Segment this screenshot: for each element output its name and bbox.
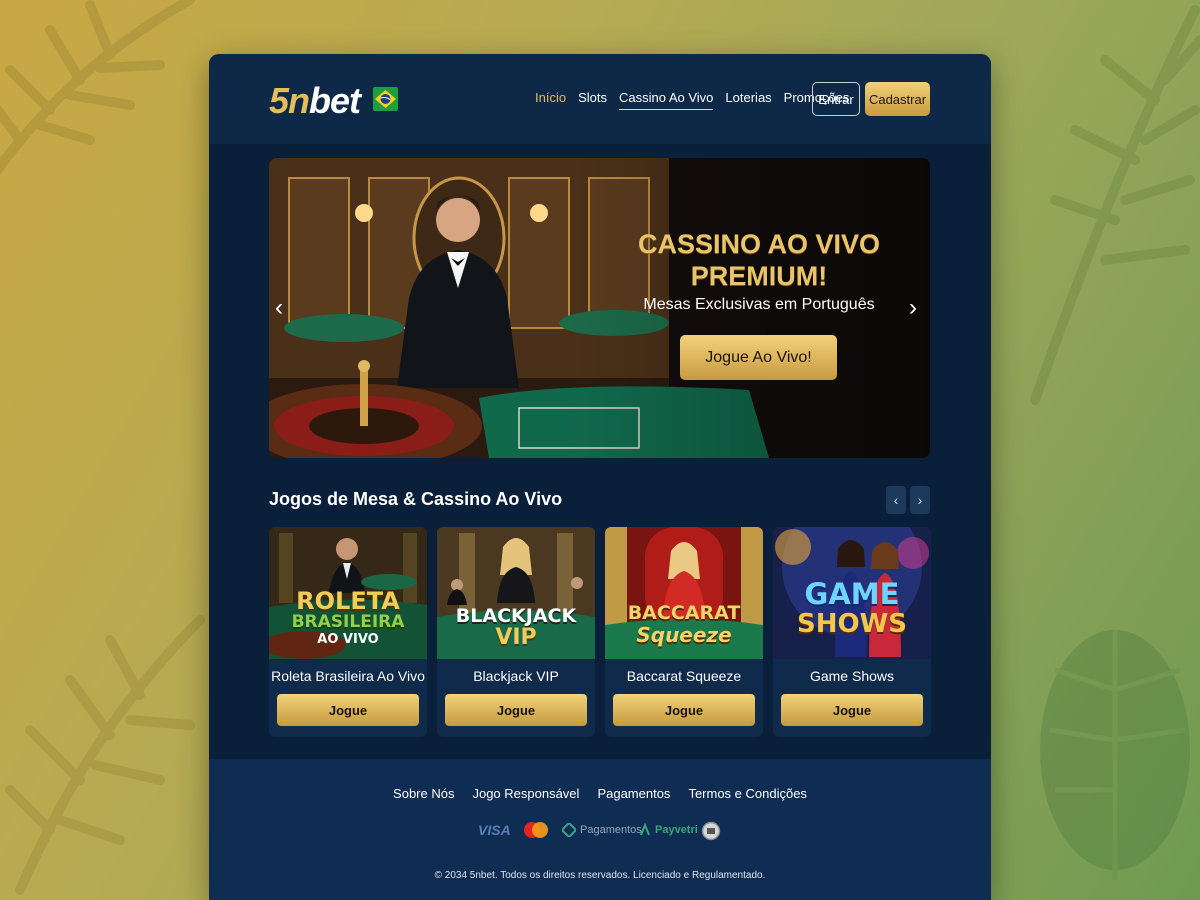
palm-leaf-decoration (0, 0, 195, 175)
login-button[interactable]: Entrar (812, 82, 860, 116)
register-button[interactable]: Cadastrar (865, 82, 930, 116)
nav-loterias[interactable]: Loterias (725, 90, 771, 110)
play-button[interactable]: Jogue (277, 694, 419, 726)
game-shows-art-title: GAME SHOWS (797, 577, 907, 639)
visa-logo: VISA (478, 822, 511, 838)
footer-link-jogo-responsavel[interactable]: Jogo Responsável (472, 786, 579, 801)
hero-banner: ‹ › CASSINO AO VIVO PREMIUM! Mesas Exclu… (269, 158, 930, 458)
play-button[interactable]: Jogue (613, 694, 755, 726)
footer-link-pagamentos[interactable]: Pagamentos (597, 786, 670, 801)
footer-link-termos[interactable]: Termos e Condições (688, 786, 807, 801)
palm-leaf-decoration (1040, 630, 1190, 880)
carousel-prev-icon[interactable]: ‹ (886, 486, 906, 514)
nav-cassino-ao-vivo[interactable]: Cassino Ao Vivo (618, 90, 714, 110)
game-card-baccarat[interactable]: BACCARAT Squeeze Baccarat Squeeze Jogue (605, 527, 763, 737)
play-live-button[interactable]: Jogue Ao Vivo! (680, 335, 837, 380)
age-18-badge-icon (701, 821, 721, 841)
game-card-roleta[interactable]: ROLETA BRASILEIRA AO VIVO Roleta Brasile… (269, 527, 427, 737)
chevron-left-icon[interactable]: ‹ (275, 296, 283, 320)
palm-leaf-decoration (1030, 5, 1200, 405)
hero-title: CASSINO AO VIVO PREMIUM! (637, 229, 881, 291)
mastercard-logo-icon (524, 822, 548, 838)
baccarat-art-title: BACCARAT Squeeze (627, 602, 741, 647)
hero-subtitle: Mesas Exclusivas em Português (643, 296, 875, 313)
payvetri-icon (640, 823, 650, 836)
chevron-right-icon[interactable]: › (909, 296, 917, 320)
section-title: Jogos de Mesa & Cassino Ao Vivo (269, 489, 563, 509)
play-button[interactable]: Jogue (781, 694, 923, 726)
payvetri-logo: Payvetri (639, 817, 698, 843)
game-card-blackjack[interactable]: BLACKJACK VIP Blackjack VIP Jogue (437, 527, 595, 737)
copyright-text: © 2034 5nbet. Todos os direitos reservad… (434, 870, 766, 881)
site-window: 5nbet Início Slots Cassino Ao Vivo Loter… (209, 54, 991, 900)
carousel-next-icon[interactable]: › (910, 486, 930, 514)
brazil-flag-icon[interactable] (373, 87, 398, 111)
footer: Sobre Nós Jogo Responsável Pagamentos Te… (209, 759, 991, 900)
roleta-art-title: ROLETA BRASILEIRA AO VIVO (291, 587, 405, 647)
game-card-game-shows[interactable]: GAME SHOWS Game Shows Jogue (773, 527, 931, 737)
nav-slots[interactable]: Slots (578, 90, 607, 110)
pagamentos-logo: Pagamentos (562, 817, 642, 843)
footer-links: Sobre Nós Jogo Responsável Pagamentos Te… (209, 786, 991, 801)
site-logo[interactable]: 5nbet (269, 80, 361, 122)
pix-icon (562, 823, 576, 837)
footer-link-sobre-nos[interactable]: Sobre Nós (393, 786, 454, 801)
top-navigation-bar: 5nbet Início Slots Cassino Ao Vivo Loter… (209, 54, 991, 144)
game-name: Baccarat Squeeze (626, 668, 742, 684)
game-name: Blackjack VIP (473, 668, 559, 684)
game-name: Roleta Brasileira Ao Vivo (271, 668, 425, 684)
palm-leaf-decoration (5, 615, 205, 895)
play-button[interactable]: Jogue (445, 694, 587, 726)
game-name: Game Shows (809, 668, 895, 684)
blackjack-art-title: BLACKJACK VIP (455, 605, 577, 650)
nav-inicio[interactable]: Início (535, 90, 566, 110)
